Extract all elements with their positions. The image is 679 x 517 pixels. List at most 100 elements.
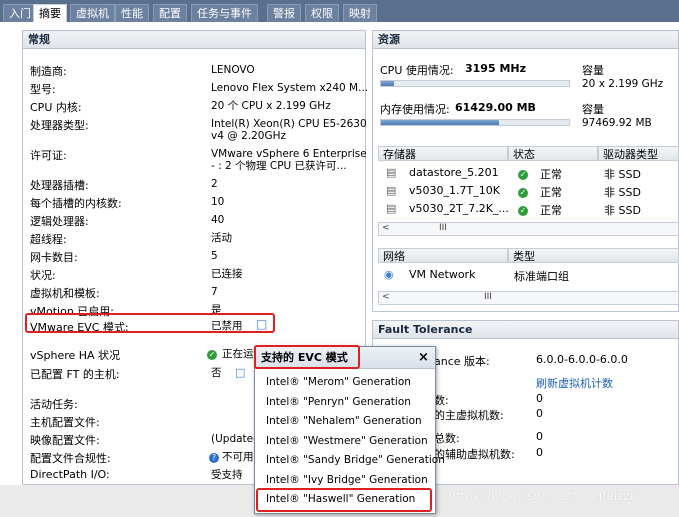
evc-mode-item[interactable]: Intel® "Merom" Generation: [266, 376, 411, 388]
tab-configuration[interactable]: 配置: [153, 4, 187, 22]
ft-r1-label: 数:: [434, 394, 449, 407]
evc-details-icon[interactable]: □: [256, 317, 267, 331]
network-col-name[interactable]: 网络: [378, 248, 508, 263]
popup-title-highlight: [254, 345, 360, 369]
general-value: 10: [211, 196, 225, 208]
datastore-status: 正常: [540, 186, 562, 199]
general-value: VMware vSphere 6 Enterprise: [211, 148, 367, 160]
datastore-name[interactable]: v5030_1.7T_10K: [409, 184, 500, 197]
datastore-name[interactable]: v5030_2T_7.2K_...: [409, 202, 509, 215]
datastore-icon: ▤: [386, 202, 397, 215]
ft-r1-value: 0: [536, 392, 543, 405]
general-value: 2: [211, 178, 218, 190]
status-ok-icon: ✓: [518, 206, 528, 216]
ft-r4-label: 的辅助虚拟机数:: [434, 448, 515, 461]
general-label: DirectPath I/O:: [30, 468, 110, 481]
general-value: 5: [211, 250, 218, 262]
general-label: 配置文件合规性:: [30, 452, 111, 465]
storage-col-type[interactable]: 驱动器类型: [598, 146, 679, 161]
general-label: 超线程:: [30, 233, 67, 246]
tab-summary[interactable]: 摘要: [33, 4, 67, 22]
general-label: 已配置 FT 的主机:: [30, 368, 120, 381]
mem-usage-value: 61429.00 MB: [455, 101, 536, 114]
general-value: 否: [211, 367, 222, 379]
resources-title: 资源: [373, 31, 678, 49]
network-scrollbar[interactable]: < III: [378, 291, 679, 305]
scroll-left-icon[interactable]: <: [382, 223, 390, 233]
mem-capacity-value: 97469.92 MB: [582, 117, 652, 129]
tab-tasks-events[interactable]: 任务与事件: [191, 4, 258, 22]
datastore-type: 非 SSD: [604, 186, 641, 199]
general-label: 许可证:: [30, 149, 67, 162]
general-value: Lenovo Flex System x240 M...: [211, 82, 369, 94]
general-value: 40: [211, 214, 225, 226]
mem-usage-bar: [380, 119, 570, 126]
scroll-thumb[interactable]: III: [439, 223, 447, 233]
general-value: 不可用: [222, 451, 254, 463]
general-value: 20 个 CPU x 2.199 GHz: [211, 100, 331, 112]
scroll-left-icon[interactable]: <: [382, 292, 390, 302]
storage-scrollbar[interactable]: < III: [378, 222, 679, 236]
general-value: Intel(R) Xeon(R) CPU E5-2630: [211, 118, 367, 130]
tab-getting-started[interactable]: 入门: [3, 4, 37, 22]
network-type: 标准端口组: [514, 270, 569, 283]
general-label: 活动任务:: [30, 398, 78, 411]
cpu-capacity-label: 容量: [582, 64, 604, 77]
evc-mode-item[interactable]: Intel® "Penryn" Generation: [266, 396, 411, 408]
evc-mode-item[interactable]: Intel® "Ivy Bridge" Generation: [266, 474, 428, 486]
network-icon: ◉: [384, 268, 394, 281]
ft-r3-value: 0: [536, 430, 543, 443]
cpu-capacity-value: 20 x 2.199 GHz: [582, 78, 664, 90]
close-icon[interactable]: ×: [418, 350, 429, 365]
watermark: https://blog.csdn.net/longfeizzu: [448, 489, 638, 503]
network-name[interactable]: VM Network: [409, 268, 475, 281]
general-value-cont: v4 @ 2.20GHz: [211, 130, 286, 142]
ft-title: Fault Tolerance: [373, 321, 678, 339]
ft-refresh-link[interactable]: 刷新虚拟机计数: [536, 375, 613, 391]
datastore-status: 正常: [540, 204, 562, 217]
ft-r3-label: 总数:: [434, 432, 460, 445]
general-value: 7: [211, 286, 218, 298]
general-title: 常规: [23, 31, 365, 49]
evc-mode-item[interactable]: Intel® "Sandy Bridge" Generation: [266, 454, 445, 466]
help-icon[interactable]: ?: [209, 450, 219, 463]
ha-status-icon: ✓: [207, 350, 217, 360]
general-value: 已连接: [211, 268, 243, 280]
datastore-name[interactable]: datastore_5.201: [409, 166, 499, 179]
evc-highlight: [25, 313, 275, 333]
haswell-highlight: [256, 488, 432, 512]
tab-maps[interactable]: 映射: [343, 4, 377, 22]
general-label: 网卡数目:: [30, 251, 78, 264]
tab-bar: 入门 摘要 虚拟机 性能 配置 任务与事件 警报 权限 映射: [0, 0, 679, 22]
datastore-icon: ▤: [386, 166, 397, 179]
general-label: 虚拟机和模板:: [30, 287, 100, 300]
storage-col-name[interactable]: 存储器: [378, 146, 508, 161]
tab-alarms[interactable]: 警报: [267, 4, 301, 22]
scroll-thumb[interactable]: III: [484, 292, 492, 302]
storage-col-status[interactable]: 状态: [508, 146, 598, 161]
general-value: 受支持: [211, 469, 243, 481]
general-label: 映像配置文件:: [30, 434, 100, 447]
tab-permissions[interactable]: 权限: [305, 4, 339, 22]
tab-performance[interactable]: 性能: [115, 4, 149, 22]
datastore-type: 非 SSD: [604, 204, 641, 217]
cpu-usage-value: 3195 MHz: [465, 62, 526, 75]
mem-capacity-label: 容量: [582, 103, 604, 116]
general-label: 制造商:: [30, 65, 67, 78]
general-label: vSphere HA 状况: [30, 349, 121, 362]
network-col-type[interactable]: 类型: [508, 248, 679, 263]
general-label: 主机配置文件:: [30, 416, 100, 429]
general-label: 每个插槽的内核数:: [30, 197, 122, 210]
cpu-usage-bar: [380, 80, 570, 87]
general-label: 处理器类型:: [30, 119, 89, 132]
evc-mode-item[interactable]: Intel® "Westmere" Generation: [266, 435, 428, 447]
ft-details-icon[interactable]: □: [235, 366, 245, 379]
ft-version-label: ance 版本:: [434, 355, 490, 368]
general-label: CPU 内核:: [30, 101, 82, 114]
tab-vms[interactable]: 虚拟机: [70, 4, 115, 22]
evc-mode-item[interactable]: Intel® "Nehalem" Generation: [266, 415, 422, 427]
mem-usage-label: 内存使用情况:: [380, 103, 450, 116]
general-value: 活动: [211, 232, 232, 244]
status-ok-icon: ✓: [518, 170, 528, 180]
general-label: 状况:: [30, 269, 56, 282]
